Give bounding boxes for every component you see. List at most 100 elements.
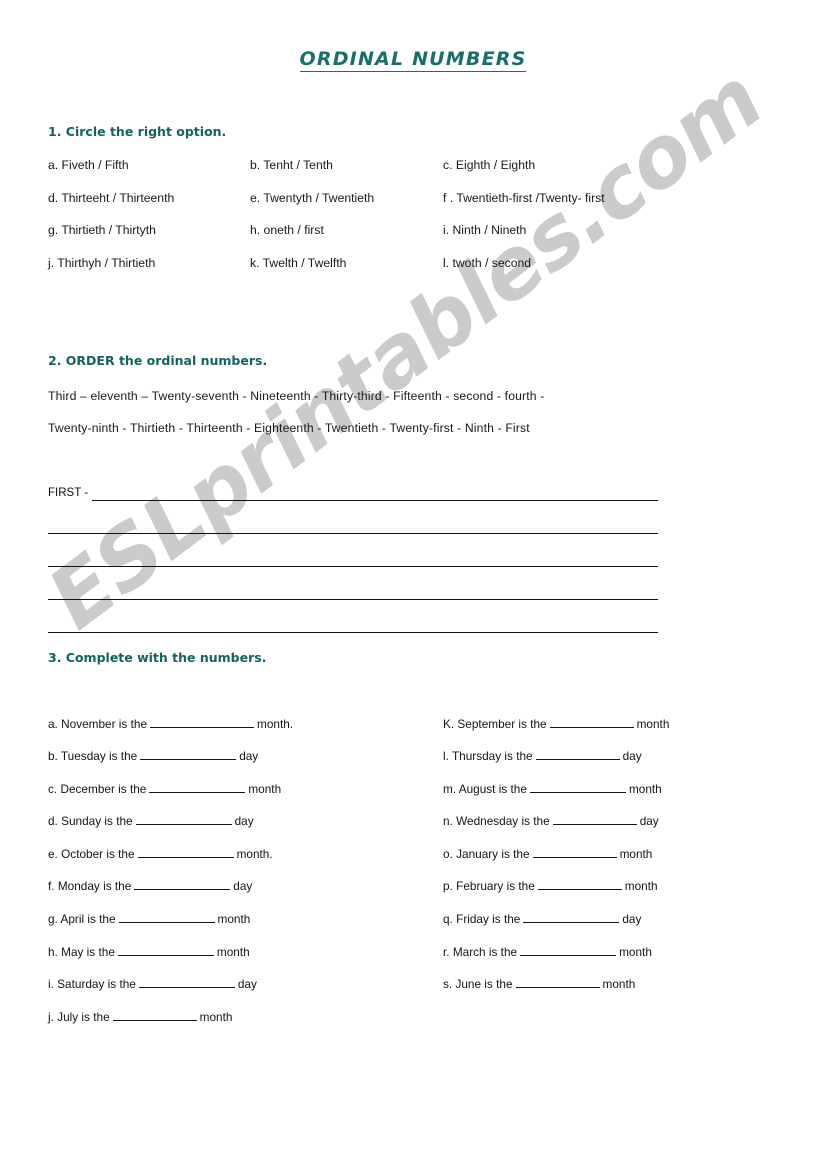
exercise-3-item-i[interactable]: i. Saturday is the day xyxy=(48,975,257,991)
exercise-3-item-o-after: month xyxy=(619,847,653,861)
exercise-3-item-i-before: i. Saturday is the xyxy=(48,977,136,991)
exercise-1-option-e[interactable]: e. Twentyth / Twentieth xyxy=(250,191,374,205)
exercise-3-item-b-after: day xyxy=(239,749,259,763)
exercise-3-item-l-after: day xyxy=(622,749,642,763)
exercise-3-item-j-before: j. July is the xyxy=(48,1010,110,1024)
exercise-3-item-j[interactable]: j. July is the month xyxy=(48,1008,232,1024)
exercise-1-option-c[interactable]: c. Eighth / Eighth xyxy=(443,158,535,172)
exercise-3-item-k[interactable]: K. September is the month xyxy=(443,715,669,731)
exercise-3-item-a-before: a. November is the xyxy=(48,717,148,731)
exercise-3-item-d[interactable]: d. Sunday is the day xyxy=(48,812,254,828)
exercise-3-item-m[interactable]: m. August is the month xyxy=(443,780,662,796)
exercise-2-answer-prefix: FIRST - xyxy=(48,487,89,499)
exercise-3-item-o-before: o. January is the xyxy=(443,847,530,861)
exercise-3-item-o[interactable]: o. January is the month xyxy=(443,845,652,861)
exercise-3-item-s-before: s. June is the xyxy=(443,977,513,991)
exercise-2-answer-line-2[interactable] xyxy=(48,533,658,534)
exercise-3-item-f-blank[interactable] xyxy=(134,877,231,890)
exercise-3-item-l[interactable]: l. Thursday is the day xyxy=(443,747,642,763)
exercise-3-item-f-after: day xyxy=(233,879,253,893)
exercise-1-option-a[interactable]: a. Fiveth / Fifth xyxy=(48,158,129,172)
exercise-3-item-q-blank[interactable] xyxy=(523,910,620,923)
exercise-1-option-h[interactable]: h. oneth / first xyxy=(250,223,324,237)
exercise-1-option-i[interactable]: i. Ninth / Nineth xyxy=(443,223,526,237)
exercise-3-item-g-blank[interactable] xyxy=(118,910,215,923)
exercise-2-answer-line-5[interactable] xyxy=(48,632,658,633)
exercise-1-option-f[interactable]: f . Twentieth-first /Twenty- first xyxy=(443,191,605,205)
exercise-3-item-n-after: day xyxy=(639,814,659,828)
exercise-3-item-r[interactable]: r. March is the month xyxy=(443,943,652,959)
exercise-3-item-q[interactable]: q. Friday is the day xyxy=(443,910,641,926)
exercise-3-item-s-after: month xyxy=(602,977,636,991)
exercise-1-option-j[interactable]: j. Thirthyh / Thirtieth xyxy=(48,256,155,270)
exercise-3-item-k-before: K. September is the xyxy=(443,717,547,731)
exercise-3-item-k-blank[interactable] xyxy=(549,715,634,728)
exercise-3-item-g[interactable]: g. April is the month xyxy=(48,910,250,926)
exercise-3-item-g-before: g. April is the xyxy=(48,912,116,926)
exercise-3-item-h-blank[interactable] xyxy=(117,943,214,956)
exercise-3-item-q-before: q. Friday is the xyxy=(443,912,521,926)
exercise-3-item-i-after: day xyxy=(237,977,257,991)
exercise-3-item-n-blank[interactable] xyxy=(552,812,637,825)
exercise-3-item-j-blank[interactable] xyxy=(112,1008,197,1021)
exercise-3-item-d-blank[interactable] xyxy=(135,812,232,825)
exercise-3-item-i-blank[interactable] xyxy=(138,975,235,988)
exercise-3-item-q-after: day xyxy=(622,912,642,926)
exercise-3-item-p-before: p. February is the xyxy=(443,879,535,893)
exercise-1-option-g[interactable]: g. Thirtieth / Thirtyth xyxy=(48,223,156,237)
exercise-2-word-line-2: Twenty-ninth - Thirtieth - Thirteenth - … xyxy=(48,421,530,435)
exercise-2-word-line-1: Third – eleventh – Twenty-seventh - Nine… xyxy=(48,389,545,403)
exercise-3-item-p-blank[interactable] xyxy=(537,877,622,890)
worksheet-content: ORDINAL NUMBERS 1. Circle the right opti… xyxy=(0,0,826,1169)
exercise-2-answer-line-1[interactable] xyxy=(92,500,658,501)
exercise-3-item-b[interactable]: b. Tuesday is the day xyxy=(48,747,258,763)
exercise-3-item-g-after: month xyxy=(217,912,251,926)
exercise-3-item-p-after: month xyxy=(624,879,658,893)
page-title: ORDINAL NUMBERS xyxy=(0,48,826,72)
exercise-3-item-c[interactable]: c. December is the month xyxy=(48,780,281,796)
exercise-3-item-d-before: d. Sunday is the xyxy=(48,814,133,828)
exercise-3-item-n-before: n. Wednesday is the xyxy=(443,814,550,828)
exercise-1-option-d[interactable]: d. Thirteeht / Thirteenth xyxy=(48,191,174,205)
exercise-3-item-a-blank[interactable] xyxy=(150,715,255,728)
exercise-3-item-m-after: month xyxy=(628,782,662,796)
exercise-2-heading: 2. ORDER the ordinal numbers. xyxy=(48,353,268,368)
exercise-3-item-e-after: month. xyxy=(236,847,273,861)
exercise-3-item-e[interactable]: e. October is the month. xyxy=(48,845,273,861)
exercise-3-item-f-before: f. Monday is the xyxy=(48,879,132,893)
exercise-3-item-l-blank[interactable] xyxy=(535,747,620,760)
exercise-3-heading: 3. Complete with the numbers. xyxy=(48,650,267,665)
exercise-3-item-m-blank[interactable] xyxy=(529,780,626,793)
exercise-3-item-b-blank[interactable] xyxy=(140,747,237,760)
exercise-3-item-s[interactable]: s. June is the month xyxy=(443,975,635,991)
exercise-3-item-a[interactable]: a. November is the month. xyxy=(48,715,293,731)
exercise-3-item-k-after: month xyxy=(636,717,670,731)
exercise-3-item-h[interactable]: h. May is the month xyxy=(48,943,250,959)
exercise-3-item-r-after: month xyxy=(619,945,652,959)
exercise-1-heading: 1. Circle the right option. xyxy=(48,124,227,139)
exercise-3-item-l-before: l. Thursday is the xyxy=(443,749,533,763)
exercise-1-option-b[interactable]: b. Tenht / Tenth xyxy=(250,158,333,172)
exercise-1-option-l[interactable]: l. twoth / second xyxy=(443,256,531,270)
exercise-3-item-r-before: r. March is the xyxy=(443,945,518,959)
exercise-3-item-m-before: m. August is the xyxy=(443,782,527,796)
exercise-3-item-r-blank[interactable] xyxy=(520,943,617,956)
exercise-3-item-c-before: c. December is the xyxy=(48,782,147,796)
exercise-3-item-h-before: h. May is the xyxy=(48,945,115,959)
exercise-2-answer-line-4[interactable] xyxy=(48,599,658,600)
exercise-3-item-e-blank[interactable] xyxy=(137,845,234,858)
exercise-3-item-p[interactable]: p. February is the month xyxy=(443,877,658,893)
exercise-1-option-k[interactable]: k. Twelth / Twelfth xyxy=(250,256,346,270)
exercise-3-item-o-blank[interactable] xyxy=(532,845,617,858)
exercise-3-item-h-after: month xyxy=(216,945,250,959)
exercise-3-item-a-after: month. xyxy=(257,717,294,731)
exercise-3-item-e-before: e. October is the xyxy=(48,847,135,861)
exercise-3-item-s-blank[interactable] xyxy=(515,975,600,988)
exercise-3-item-b-before: b. Tuesday is the xyxy=(48,749,138,763)
exercise-3-item-c-blank[interactable] xyxy=(149,780,246,793)
exercise-3-item-n[interactable]: n. Wednesday is the day xyxy=(443,812,659,828)
exercise-3-item-f[interactable]: f. Monday is the day xyxy=(48,877,252,893)
exercise-2-answer-line-3[interactable] xyxy=(48,566,658,567)
exercise-3-item-d-after: day xyxy=(234,814,254,828)
exercise-3-item-c-after: month xyxy=(248,782,282,796)
